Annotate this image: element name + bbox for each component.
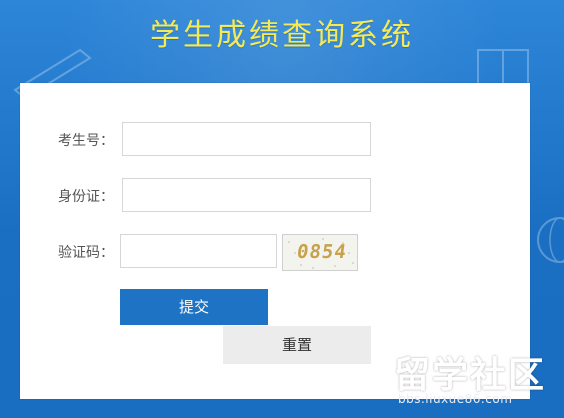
- id-card-input[interactable]: [122, 178, 371, 212]
- id-card-label: 身份证：: [58, 189, 114, 205]
- watermark-brand: 留学社区: [394, 355, 547, 396]
- captcha-input[interactable]: [120, 234, 277, 268]
- exam-number-input[interactable]: [122, 122, 371, 156]
- reset-button[interactable]: 重置: [223, 326, 371, 364]
- exam-number-label: 考生号：: [58, 133, 114, 149]
- doodle-globe-icon: [537, 217, 564, 263]
- submit-button[interactable]: 提交: [120, 289, 268, 325]
- watermark-url: bbs.liuxue86.com: [398, 392, 513, 406]
- captcha-code: 0854: [295, 241, 349, 263]
- captcha-image[interactable]: 0854: [282, 234, 358, 271]
- page-title: 学生成绩查询系统: [150, 18, 414, 53]
- captcha-label: 验证码：: [58, 245, 114, 261]
- site-watermark: 留学社区 bbs.liuxue86.com: [394, 346, 560, 416]
